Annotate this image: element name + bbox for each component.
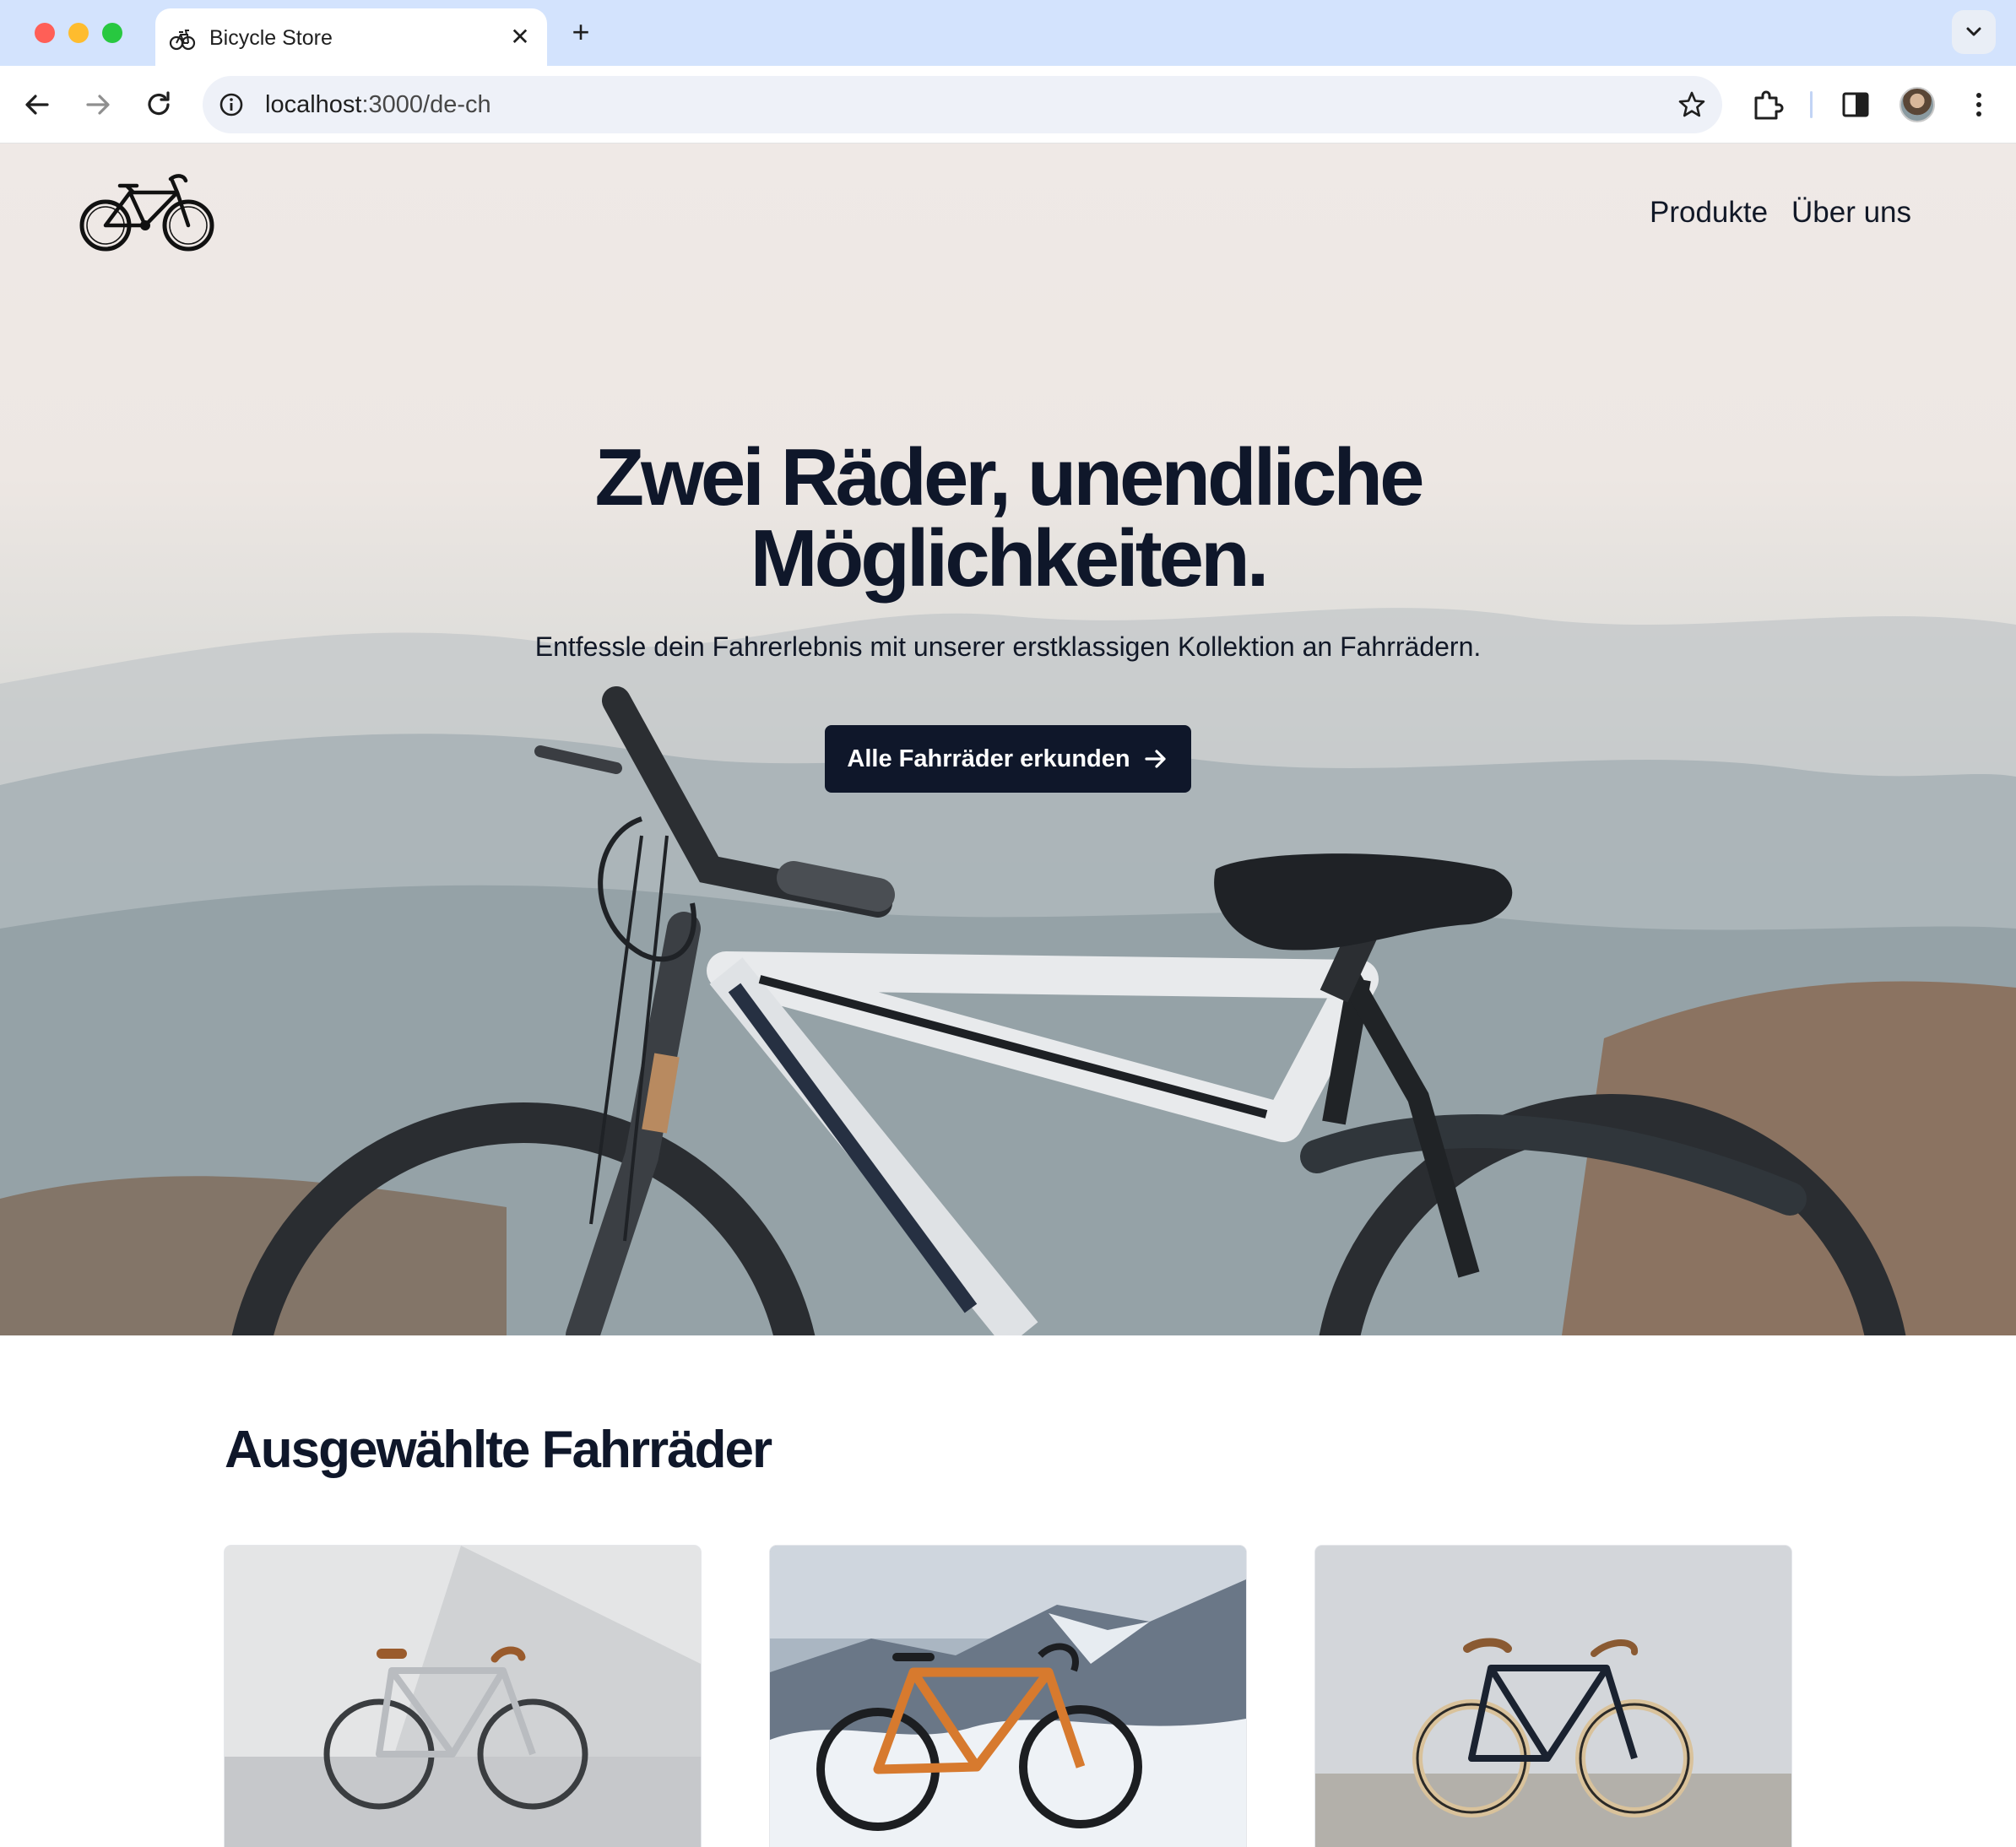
tab-search-button[interactable] (1952, 10, 1996, 54)
orange-gravel-bicycle-in-snow-image (770, 1546, 1246, 1847)
star-icon[interactable] (1677, 89, 1707, 120)
hero-title-line-1: Zwei Räder, unendliche (594, 432, 1425, 523)
bicycle-favicon-icon (169, 30, 196, 51)
forward-icon[interactable] (78, 84, 118, 125)
hero-title-line-2: Möglichkeiten. (750, 513, 1270, 604)
close-window-button[interactable] (35, 23, 55, 43)
avatar[interactable] (1899, 87, 1935, 122)
chevron-down-icon (1966, 27, 1981, 36)
url-path: :3000/de-ch (361, 91, 491, 118)
black-single-speed-bicycle-image (1315, 1546, 1791, 1847)
browser-toolbar: localhost:3000/de-ch (0, 66, 2016, 144)
url-text: localhost:3000/de-ch (265, 91, 491, 119)
minimize-window-button[interactable] (68, 23, 89, 43)
toolbar-separator (1810, 91, 1813, 118)
extensions-icon[interactable] (1749, 86, 1786, 123)
hero-title: Zwei Räder, unendliche Möglichkeiten. (0, 437, 2016, 599)
product-card[interactable] (770, 1546, 1246, 1847)
browser-tab[interactable]: Bicycle Store ✕ (155, 8, 547, 66)
bicycle-logo-icon[interactable] (78, 169, 218, 253)
more-icon[interactable] (1960, 86, 1997, 123)
product-card[interactable] (1315, 1546, 1791, 1847)
address-bar[interactable]: localhost:3000/de-ch (203, 76, 1722, 133)
info-icon[interactable] (218, 91, 245, 118)
featured-section-title: Ausgewählte Fahrräder (225, 1421, 772, 1479)
product-card[interactable] (225, 1546, 701, 1847)
hero-subtitle: Entfessle dein Fahrerlebnis mit unserer … (534, 631, 1482, 662)
close-icon[interactable]: ✕ (505, 22, 535, 52)
cta-label: Alle Fahrräder erkunden (847, 745, 1130, 772)
back-icon[interactable] (17, 84, 57, 125)
plus-icon[interactable]: + (564, 15, 598, 49)
nav-link-produkte[interactable]: Produkte (1650, 196, 1768, 230)
hero-section: Produkte Über uns Zwei Räder, unendliche… (0, 144, 2016, 1335)
reload-icon[interactable] (138, 84, 179, 125)
side-panel-icon[interactable] (1837, 86, 1874, 123)
silver-fixie-bicycle-image (225, 1546, 701, 1847)
tab-title: Bicycle Store (209, 26, 333, 50)
maximize-window-button[interactable] (102, 23, 122, 43)
arrow-right-icon (1145, 750, 1166, 768)
nav-link-ueber-uns[interactable]: Über uns (1791, 196, 1911, 230)
url-host: localhost (265, 91, 362, 118)
explore-bicycles-button[interactable]: Alle Fahrräder erkunden (825, 725, 1191, 793)
browser-tab-bar: Bicycle Store ✕ + (0, 0, 2016, 66)
